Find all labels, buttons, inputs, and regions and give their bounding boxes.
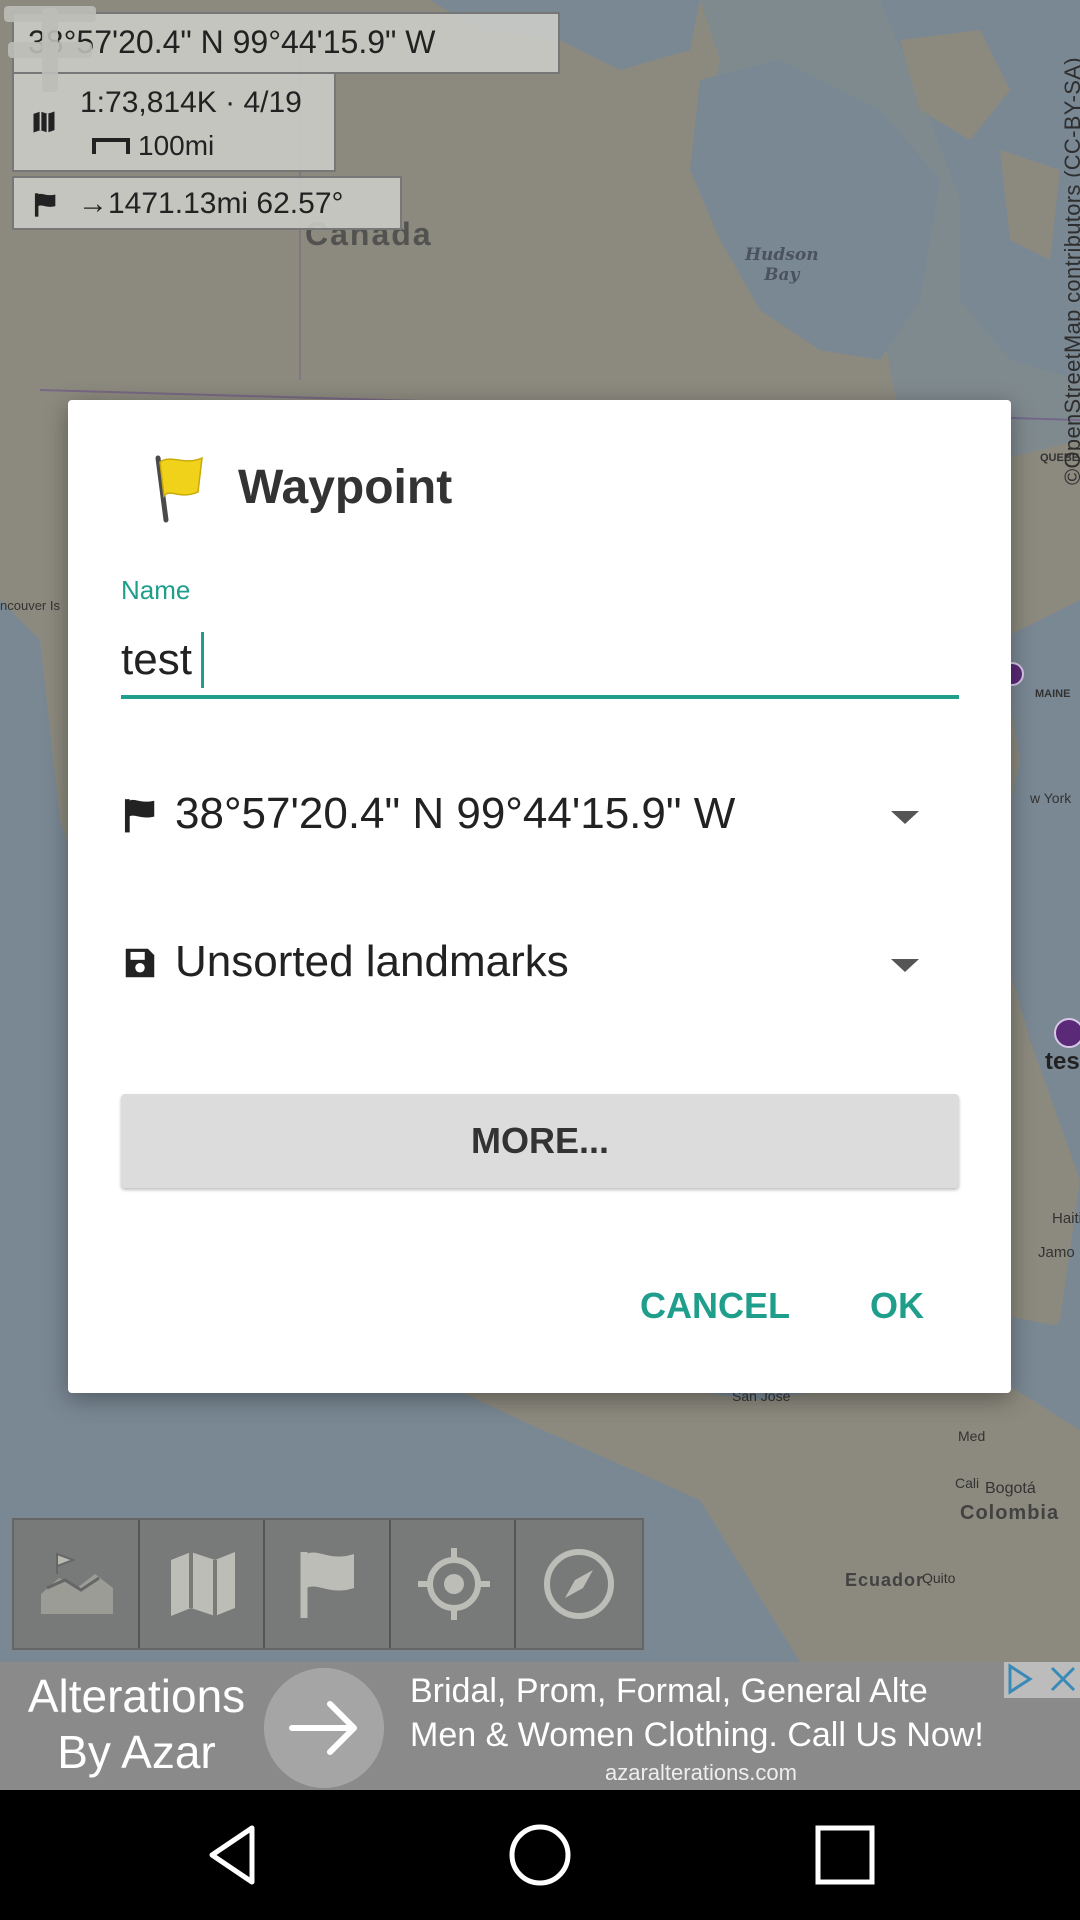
zoom-out-button[interactable] xyxy=(0,0,100,30)
ad-url: azaralterations.com xyxy=(605,1760,797,1785)
map-icon xyxy=(33,111,55,133)
map-label-maine: MAINE xyxy=(1035,688,1071,700)
scale-text: 1:73,814K · 4/19 xyxy=(80,86,302,119)
arrow-right-icon[interactable] xyxy=(264,1668,384,1788)
folder-spinner[interactable]: Unsorted landmarks xyxy=(121,923,959,1003)
system-navigation-bar xyxy=(0,1790,1080,1920)
toolbar-waypoints-button[interactable] xyxy=(265,1520,391,1648)
name-input[interactable] xyxy=(121,625,959,699)
compass-icon xyxy=(544,1549,615,1619)
text-cursor xyxy=(201,632,204,688)
ok-button[interactable]: OK xyxy=(870,1285,924,1327)
chevron-down-icon xyxy=(891,811,919,824)
flag-icon xyxy=(124,799,155,833)
distance-box[interactable]: →1471.13mi 62.57° xyxy=(12,176,402,230)
map-toolbar xyxy=(12,1518,644,1650)
flag-icon xyxy=(34,193,56,217)
ad-brand-line1: Alterations xyxy=(27,1670,246,1722)
recents-icon[interactable] xyxy=(810,1820,880,1890)
waypoint-marker-label: tes xyxy=(1045,1048,1080,1075)
map-app-icon xyxy=(41,1552,113,1614)
toolbar-map-app-button[interactable] xyxy=(14,1520,140,1648)
map-label-vancouver: ncouver Is xyxy=(0,598,60,613)
coordinates-spinner[interactable]: 38°57'20.4" N 99°44'15.9" W xyxy=(121,775,959,855)
ad-brand-line2: By Azar xyxy=(57,1726,216,1778)
map-icon xyxy=(170,1552,235,1616)
ad-text-line1: Bridal, Prom, Formal, General Alte xyxy=(410,1672,928,1710)
map-label-bogota: Bogotá xyxy=(985,1480,1036,1497)
home-icon[interactable] xyxy=(505,1820,575,1890)
toolbar-my-location-button[interactable] xyxy=(391,1520,517,1648)
scale-bar-text: 100mi xyxy=(138,130,215,161)
waypoint-dialog: Waypoint Name 38°57'20.4" N 99°44'15.9" … xyxy=(68,400,1011,1393)
adchoices-icon[interactable] xyxy=(1004,1662,1080,1698)
ad-text-line2: Men & Women Clothing. Call Us Now! xyxy=(410,1716,984,1754)
map-label-cali: Cali xyxy=(955,1475,980,1491)
back-icon[interactable] xyxy=(200,1820,270,1890)
map-label-ecuador: Ecuador xyxy=(845,1570,925,1590)
map-label-medellin: Med xyxy=(958,1428,986,1444)
map-attribution: ©OpenStreetMap contributors (CC-BY-SA) xyxy=(1040,10,1080,490)
flag-icon xyxy=(155,455,203,523)
save-icon xyxy=(125,948,155,978)
name-field-label: Name xyxy=(121,575,191,605)
my-location-icon xyxy=(417,1548,490,1620)
map-label-jamaica: Jamo xyxy=(1038,1244,1075,1261)
ad-banner[interactable]: Alterations By Azar Bridal, Prom, Formal… xyxy=(0,1662,1080,1790)
map-label-colombia: Colombia xyxy=(960,1502,1060,1524)
map-label-new-york: w York xyxy=(1030,790,1072,806)
distance-text: →1471.13mi 62.57° xyxy=(78,187,344,220)
map-label-hudson-line2: Bay xyxy=(764,265,800,285)
chevron-down-icon xyxy=(891,959,919,972)
toolbar-map-button[interactable] xyxy=(140,1520,266,1648)
more-button[interactable]: MORE... xyxy=(121,1094,959,1188)
dialog-title: Waypoint xyxy=(238,461,453,514)
folder-value: Unsorted landmarks xyxy=(175,937,569,986)
map-label-quito: Quito xyxy=(922,1570,956,1586)
toolbar-compass-button[interactable] xyxy=(516,1520,642,1648)
waypoint-marker[interactable] xyxy=(1054,1018,1080,1048)
map-attribution-text: ©OpenStreetMap contributors (CC-BY-SA) xyxy=(1060,57,1080,485)
flag-icon xyxy=(300,1552,355,1618)
cancel-button[interactable]: CANCEL xyxy=(640,1285,790,1327)
map-label-hudson-bay: Hudson Bay xyxy=(745,245,819,285)
scale-bar-icon xyxy=(92,138,130,154)
coordinates-value: 38°57'20.4" N 99°44'15.9" W xyxy=(175,789,736,838)
ad-brand: Alterations By Azar xyxy=(14,1668,259,1780)
map-label-hudson-line1: Hudson xyxy=(745,245,819,265)
map-label-haiti: Haiti xyxy=(1052,1210,1080,1227)
